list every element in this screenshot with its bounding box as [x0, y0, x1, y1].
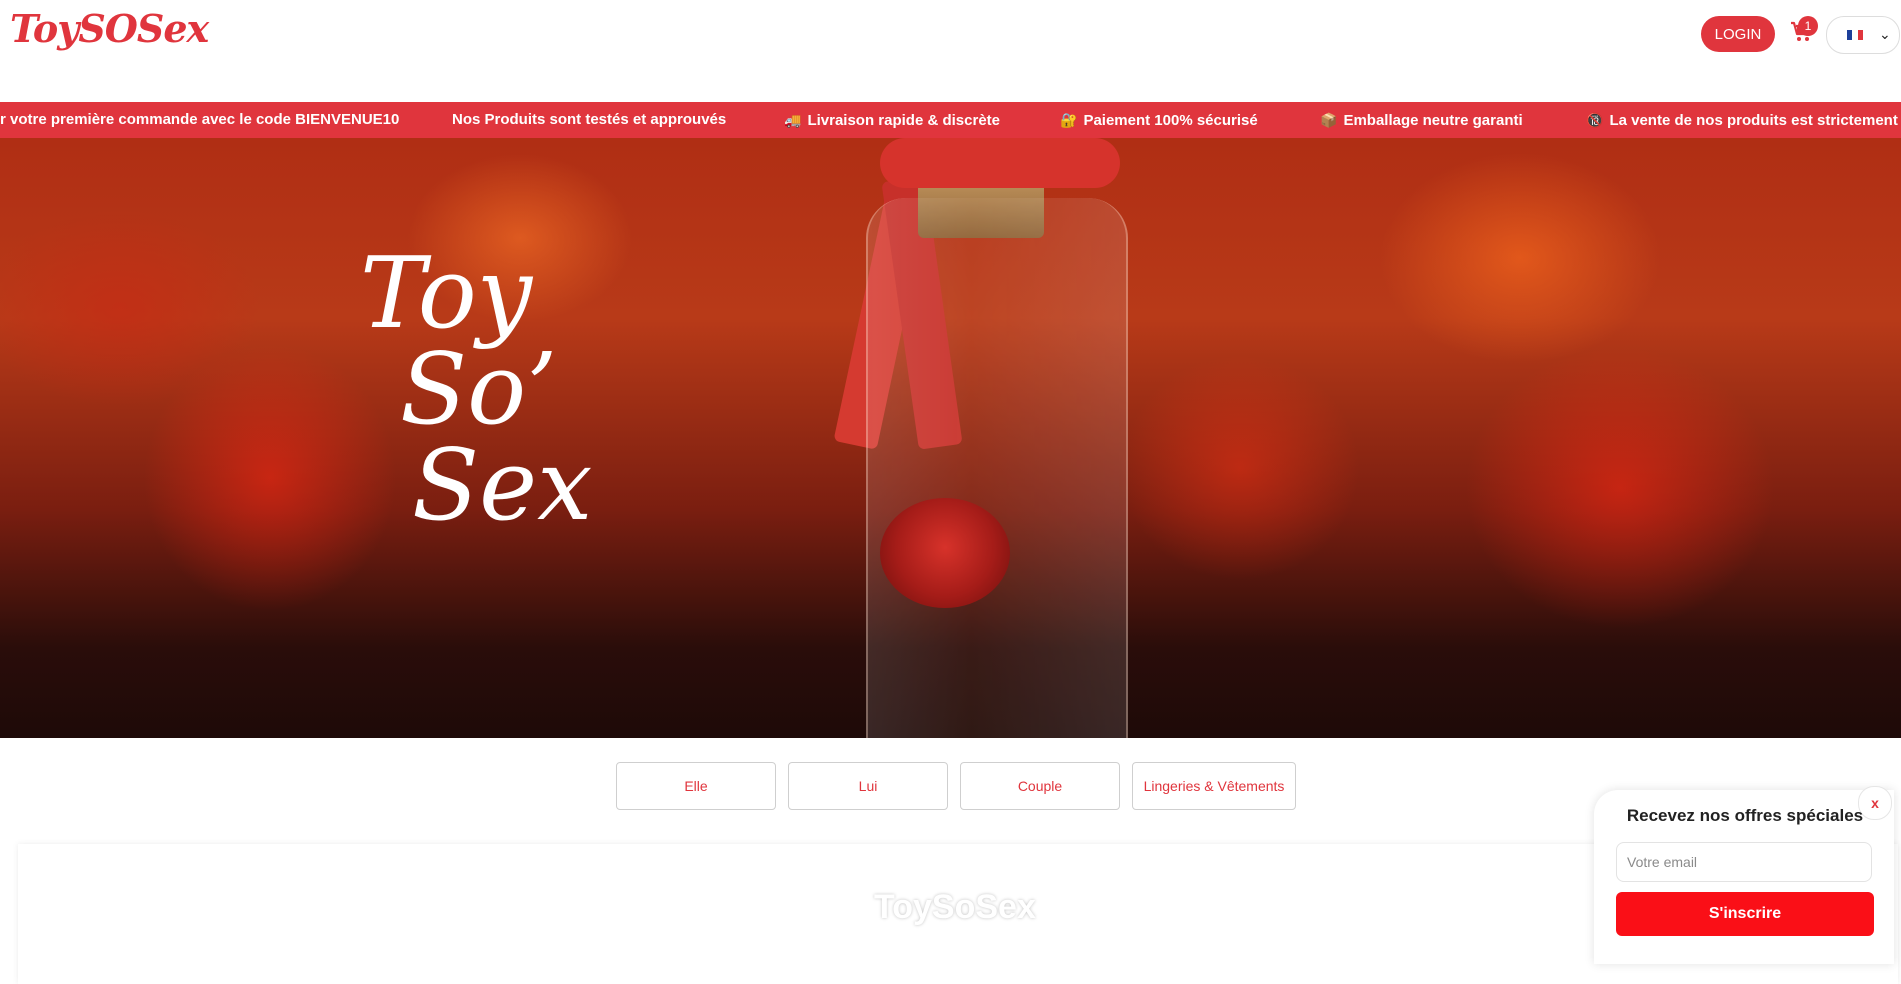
promo-ticker: r votre première commande avec le code B… [0, 102, 1901, 138]
language-select[interactable]: ⌄ [1826, 16, 1900, 54]
adults-only-icon: 🔞 [1586, 112, 1604, 128]
ticker-item: r votre première commande avec le code B… [0, 111, 400, 128]
rose-image [880, 498, 1010, 608]
site-logo[interactable]: ToySOSex [10, 6, 209, 51]
ticker-item: Nos Produits sont testés et approuvés [452, 111, 727, 128]
subscribe-button[interactable]: S'inscrire [1616, 892, 1874, 936]
site-header: ToySOSex LOGIN 1 ⌄ [0, 0, 1901, 102]
category-lingerie-button[interactable]: Lingeries & Vêtements [1132, 762, 1296, 810]
cart-count-badge: 1 [1798, 16, 1818, 36]
category-couple-button[interactable]: Couple [960, 762, 1120, 810]
ticker-item: 📦 Emballage neutre garanti [1320, 102, 1523, 138]
hero-title: Toy So’ Sex [360, 237, 593, 543]
lock-icon: 🔐 [1060, 112, 1078, 128]
login-button[interactable]: LOGIN [1701, 16, 1775, 52]
ticker-item: 🚚 Livraison rapide & discrète [784, 102, 1000, 138]
ribbon-bow-decoration [880, 138, 1120, 188]
newsletter-title: Recevez nos offres spéciales [1626, 806, 1864, 825]
bottle-image [866, 198, 1128, 738]
fr-flag-icon [1847, 30, 1863, 40]
truck-icon: 🚚 [784, 112, 802, 128]
ticker-item: 🔞 La vente de nos produits est strictemen… [1586, 102, 1901, 138]
ticker-item: 🔐 Paiement 100% sécurisé [1060, 102, 1258, 138]
brand-watermark: ToySoSex [874, 888, 1036, 926]
package-icon: 📦 [1320, 112, 1338, 128]
hero-banner: Toy So’ Sex [0, 138, 1901, 738]
chevron-down-icon: ⌄ [1879, 26, 1891, 42]
category-lui-button[interactable]: Lui [788, 762, 948, 810]
category-elle-button[interactable]: Elle [616, 762, 776, 810]
email-field[interactable] [1616, 842, 1872, 882]
